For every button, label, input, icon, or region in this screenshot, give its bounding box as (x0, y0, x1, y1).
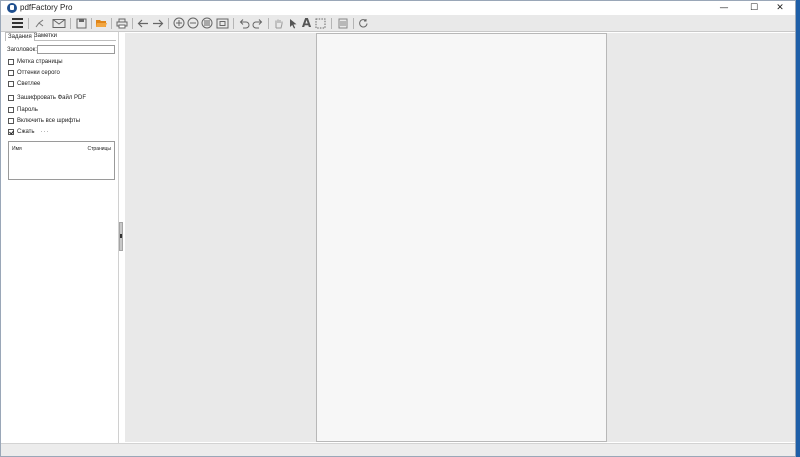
column-header-pages[interactable]: Страницы (88, 146, 111, 152)
checkbox[interactable] (8, 70, 14, 76)
checkbox[interactable] (8, 81, 14, 87)
toolbar-separator (70, 18, 71, 29)
page-icon[interactable] (336, 16, 349, 30)
toolbar-separator (268, 18, 269, 29)
option-label: Сжать (17, 129, 35, 135)
jobs-panel: Задания Заметки Заголовок: Метка страниц… (1, 32, 119, 443)
desktop-background (796, 0, 800, 457)
toolbar-separator (353, 18, 354, 29)
hand-icon[interactable] (272, 16, 285, 30)
option-embed-fonts[interactable]: Включить все шрифты (8, 117, 80, 125)
checkbox[interactable] (8, 118, 14, 124)
option-label: Метка страницы (17, 59, 63, 65)
option-label: Включить все шрифты (17, 118, 81, 124)
app-window: pdfFactory Pro — ☐ ✕ A Задания Заметки З… (0, 0, 796, 457)
status-bar (1, 443, 795, 456)
open-folder-icon[interactable] (94, 16, 108, 30)
toolbar-separator (331, 18, 332, 29)
text-icon[interactable]: A (300, 16, 313, 30)
option-compress[interactable]: Сжать ··· (8, 128, 50, 136)
panel-splitter-handle[interactable] (119, 222, 123, 251)
zoom-in-icon[interactable] (172, 16, 185, 30)
save-icon[interactable] (74, 16, 88, 30)
option-label: Оттенки серого (17, 70, 60, 76)
zoom-out-icon[interactable] (186, 16, 199, 30)
tab-notes[interactable]: Заметки (32, 32, 59, 41)
blank-page-preview[interactable] (316, 33, 607, 442)
file-list[interactable]: Имя Страницы (8, 141, 115, 180)
compress-settings-button[interactable]: ··· (41, 129, 50, 135)
tab-jobs[interactable]: Задания (5, 32, 35, 41)
checkbox[interactable] (8, 59, 14, 65)
pointer-icon[interactable] (286, 16, 299, 30)
option-lighter[interactable]: Светлее (8, 80, 40, 88)
back-arrow-icon[interactable] (136, 16, 150, 30)
option-grayscale[interactable]: Оттенки серого (8, 69, 60, 77)
email-icon[interactable] (51, 16, 67, 30)
option-label: Светлее (17, 81, 41, 87)
share-icon[interactable] (32, 16, 46, 30)
refresh-icon[interactable] (357, 16, 370, 30)
column-header-name[interactable]: Имя (12, 146, 22, 152)
toolbar-separator (28, 18, 29, 29)
grid-icon[interactable] (200, 16, 213, 30)
window-title: pdfFactory Pro (20, 3, 73, 12)
toolbar: A (1, 15, 795, 32)
minimize-button[interactable]: — (709, 1, 739, 15)
redo-icon[interactable] (251, 16, 264, 30)
title-input[interactable] (37, 45, 115, 54)
option-password[interactable]: Пароль (8, 106, 38, 114)
forward-arrow-icon[interactable] (151, 16, 165, 30)
option-label: Зашифровать Файл PDF (17, 95, 87, 101)
toolbar-separator (233, 18, 234, 29)
checkbox[interactable] (8, 95, 14, 101)
toolbar-separator (111, 18, 112, 29)
toolbar-separator (132, 18, 133, 29)
option-label: Пароль (17, 107, 38, 113)
title-label: Заголовок: (7, 47, 37, 53)
toolbar-separator (168, 18, 169, 29)
select-area-icon[interactable] (314, 16, 327, 30)
app-logo-icon (7, 3, 17, 13)
checkbox-checked[interactable] (8, 129, 14, 135)
close-button[interactable]: ✕ (765, 1, 795, 15)
document-workspace[interactable] (125, 33, 795, 442)
toolbar-separator (91, 18, 92, 29)
title-bar: pdfFactory Pro — ☐ ✕ (1, 1, 795, 15)
undo-icon[interactable] (237, 16, 250, 30)
menu-icon[interactable] (10, 16, 24, 30)
print-icon[interactable] (115, 16, 129, 30)
fit-page-icon[interactable] (215, 16, 229, 30)
option-page-label[interactable]: Метка страницы (8, 58, 63, 66)
option-encrypt-pdf[interactable]: Зашифровать Файл PDF (8, 94, 86, 102)
checkbox[interactable] (8, 107, 14, 113)
